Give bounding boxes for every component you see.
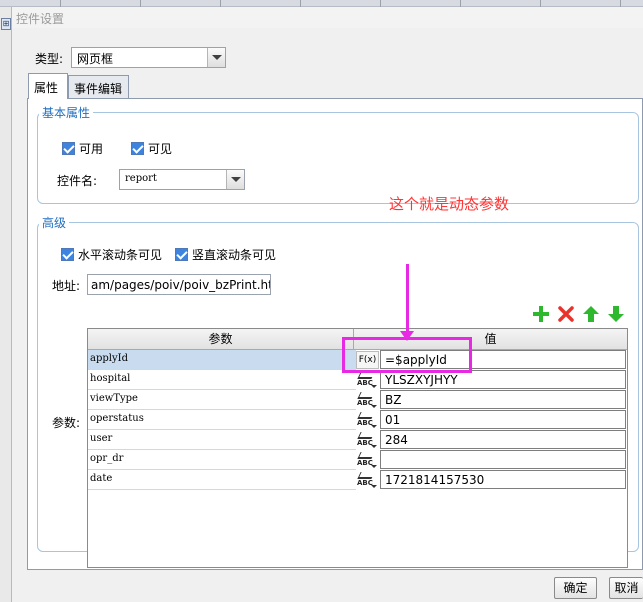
control-name-select[interactable]: report: [119, 169, 245, 190]
tab-properties-label: 属性: [34, 81, 59, 95]
advanced-title: 高级: [39, 214, 70, 231]
control-name-label: 控件名:: [57, 174, 98, 188]
abc-edit-icon[interactable]: ABC: [356, 431, 379, 449]
param-value-input[interactable]: 284: [380, 430, 626, 449]
dialog-titlebar[interactable]: 控件设置: [12, 7, 643, 28]
control-name-value: report: [125, 173, 157, 184]
ruler-tick: [620, 0, 621, 7]
param-value-input[interactable]: 01: [380, 410, 626, 429]
column-header-param[interactable]: 参数: [88, 329, 354, 350]
ruler-tick: [140, 0, 141, 7]
basic-properties-title: 基本属性: [39, 104, 94, 121]
checkbox-checked-icon: [62, 142, 75, 155]
address-value: am/pages/poiv/poiv_bzPrint.html: [91, 278, 271, 292]
enabled-checkbox[interactable]: 可用: [62, 140, 103, 157]
type-select[interactable]: 网页框: [71, 47, 226, 68]
ruler-tick: [220, 0, 221, 7]
hscroll-label: 水平滚动条可见: [78, 248, 163, 262]
param-name[interactable]: operstatus: [88, 410, 356, 430]
params-label: 参数:: [52, 416, 81, 430]
top-ruler-strip: [0, 0, 643, 7]
table-row[interactable]: viewType ABC BZ: [88, 390, 627, 410]
ruler-tick: [300, 0, 301, 7]
checkbox-checked-icon: [61, 248, 74, 261]
abc-edit-icon[interactable]: ABC: [356, 411, 379, 429]
table-row[interactable]: hospital ABC YLSZXYJHYY: [88, 370, 627, 390]
tab-properties[interactable]: 属性: [28, 73, 68, 99]
param-name[interactable]: viewType: [88, 390, 356, 410]
param-value-input[interactable]: 1721814157530: [380, 470, 626, 489]
chevron-down-icon[interactable]: [226, 170, 244, 189]
visible-label: 可见: [148, 142, 173, 156]
type-select-value: 网页框: [77, 52, 114, 66]
cancel-button[interactable]: 取消: [609, 577, 643, 599]
ruler-tick: [460, 0, 461, 7]
visible-checkbox[interactable]: 可见: [131, 140, 172, 157]
checkbox-checked-icon: [175, 248, 188, 261]
abc-edit-icon[interactable]: ABC: [356, 391, 379, 409]
hscroll-checkbox[interactable]: 水平滚动条可见: [61, 246, 162, 263]
enabled-label: 可用: [79, 142, 104, 156]
param-value-input[interactable]: BZ: [380, 390, 626, 409]
vscroll-label: 竖直滚动条可见: [192, 248, 277, 262]
window-app-icon: ⊞: [1, 18, 11, 30]
checkbox-checked-icon: [131, 142, 144, 155]
move-down-icon[interactable]: [607, 305, 625, 323]
param-name[interactable]: opr_dr: [88, 450, 356, 470]
left-background-strip: ⊞: [0, 7, 12, 602]
abc-edit-icon[interactable]: ABC: [356, 451, 379, 469]
abc-edit-icon[interactable]: ABC: [356, 471, 379, 489]
dialog-title: 控件设置: [16, 12, 65, 26]
table-row[interactable]: user ABC 284: [88, 430, 627, 450]
annotation-highlight-box: [342, 337, 472, 373]
basic-properties-group: [37, 112, 639, 204]
table-row[interactable]: date ABC 1721814157530: [88, 470, 627, 490]
tab-event-edit[interactable]: 事件编辑: [68, 75, 129, 98]
param-name[interactable]: hospital: [88, 370, 356, 390]
param-name[interactable]: user: [88, 430, 356, 450]
annotation-arrow: [406, 264, 409, 334]
address-label: 地址:: [52, 279, 81, 293]
ok-button[interactable]: 确定: [554, 577, 597, 599]
table-row[interactable]: opr_dr ABC: [88, 450, 627, 470]
abc-edit-icon[interactable]: ABC: [356, 371, 379, 389]
tab-event-edit-label: 事件编辑: [74, 82, 123, 96]
ruler-tick: [380, 0, 381, 7]
address-input[interactable]: am/pages/poiv/poiv_bzPrint.html: [87, 274, 271, 295]
type-label: 类型:: [35, 52, 64, 66]
move-up-icon[interactable]: [582, 305, 600, 323]
table-row[interactable]: operstatus ABC 01: [88, 410, 627, 430]
param-name[interactable]: applyId: [88, 350, 356, 370]
ruler-tick: [60, 0, 61, 7]
annotation-text: 这个就是动态参数: [389, 195, 510, 213]
chevron-down-icon[interactable]: [207, 48, 225, 67]
delete-row-icon[interactable]: [557, 305, 575, 323]
ruler-tick: [540, 0, 541, 7]
add-row-icon[interactable]: [532, 305, 550, 323]
param-name[interactable]: date: [88, 470, 356, 490]
param-value-input[interactable]: [380, 450, 626, 469]
vscroll-checkbox[interactable]: 竖直滚动条可见: [175, 246, 276, 263]
